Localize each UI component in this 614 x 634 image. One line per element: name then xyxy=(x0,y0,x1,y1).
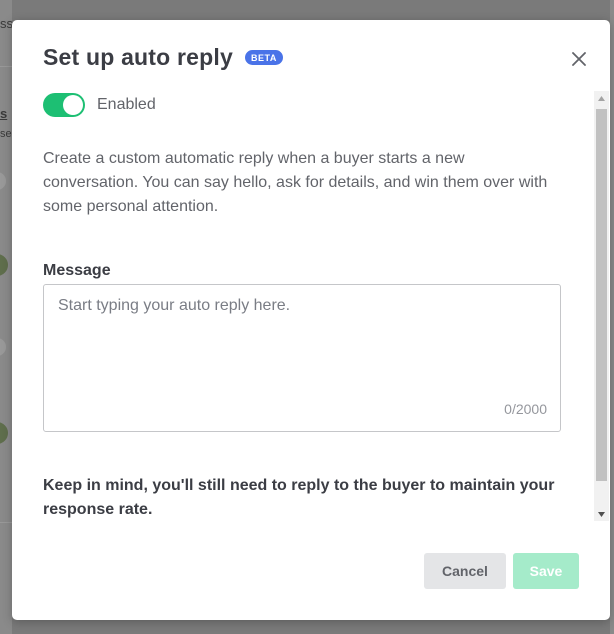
auto-reply-dialog: Set up auto reply BETA Enabled Create a … xyxy=(12,20,610,620)
close-icon xyxy=(572,52,586,66)
backdrop-text: se xyxy=(0,128,12,140)
backdrop-page-right xyxy=(610,0,614,634)
scroll-down-button[interactable] xyxy=(594,507,609,521)
backdrop-avatar xyxy=(0,422,8,444)
enabled-toggle[interactable] xyxy=(43,93,85,117)
enabled-toggle-row: Enabled xyxy=(43,93,156,117)
toggle-label: Enabled xyxy=(97,96,156,113)
dialog-description: Create a custom automatic reply when a b… xyxy=(43,150,548,215)
scroll-thumb[interactable] xyxy=(596,109,607,481)
scroll-up-button[interactable] xyxy=(594,91,609,105)
message-field: 0/2000 xyxy=(43,284,561,432)
backdrop-avatar xyxy=(0,254,8,276)
char-counter: 0/2000 xyxy=(504,401,547,417)
backdrop-divider xyxy=(0,66,12,67)
message-label: Message xyxy=(43,262,111,279)
close-button[interactable] xyxy=(568,48,590,70)
save-button[interactable]: Save xyxy=(513,553,579,589)
dialog-title: Set up auto reply xyxy=(43,44,233,70)
message-textarea[interactable] xyxy=(44,285,560,431)
backdrop-text: s xyxy=(0,106,8,121)
triangle-down-icon xyxy=(598,511,605,517)
backdrop-page: ss s se xyxy=(0,0,13,634)
beta-badge: BETA xyxy=(244,50,283,65)
dialog-body: Enabled Create a custom automatic reply … xyxy=(12,90,594,520)
backdrop-circle xyxy=(0,338,6,356)
backdrop-circle xyxy=(0,172,6,190)
backdrop-divider xyxy=(0,522,12,523)
dialog-header: Set up auto reply BETA xyxy=(43,44,283,71)
dialog-scrollbar[interactable] xyxy=(594,91,609,521)
cancel-button[interactable]: Cancel xyxy=(424,553,506,589)
toggle-knob xyxy=(63,95,83,115)
response-rate-note: Keep in mind, you'll still need to reply… xyxy=(43,477,555,518)
triangle-up-icon xyxy=(598,95,605,101)
